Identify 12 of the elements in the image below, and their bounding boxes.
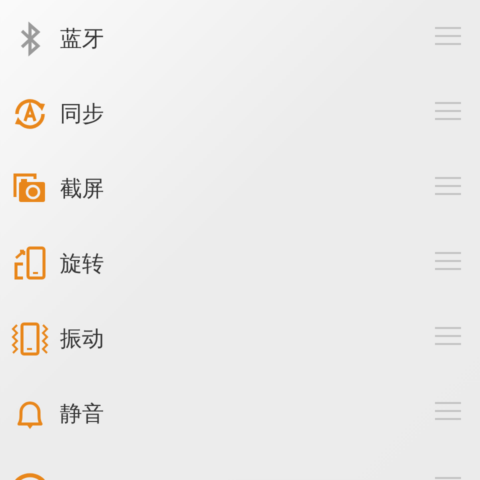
drag-handle-icon[interactable] bbox=[434, 251, 462, 271]
drag-handle-icon[interactable] bbox=[434, 176, 462, 196]
drag-handle-icon[interactable] bbox=[434, 326, 462, 346]
toggle-label: 截屏 bbox=[60, 176, 104, 204]
toggle-label: 同步 bbox=[60, 100, 104, 128]
drag-handle-icon[interactable] bbox=[434, 26, 462, 46]
toggle-label: 旋转 bbox=[60, 250, 104, 278]
toggle-label: 蓝牙 bbox=[60, 26, 104, 54]
drag-handle-icon[interactable] bbox=[434, 101, 462, 121]
drag-handle-icon[interactable] bbox=[434, 401, 462, 421]
toggle-label: 振动 bbox=[60, 326, 104, 354]
toggle-label: 静音 bbox=[60, 400, 104, 428]
